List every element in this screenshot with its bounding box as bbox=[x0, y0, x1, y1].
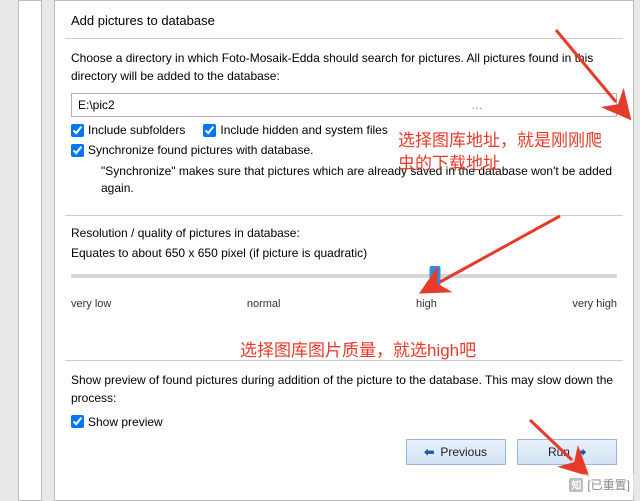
quality-slider[interactable]: very low normal high very high bbox=[71, 274, 617, 310]
browse-button[interactable]: … bbox=[344, 98, 610, 112]
include-hidden-box[interactable] bbox=[203, 124, 216, 137]
arrow-right-icon: ➡ bbox=[576, 445, 586, 459]
show-preview-label: Show preview bbox=[88, 415, 163, 429]
synchronize-note: "Synchronize" makes sure that pictures w… bbox=[101, 163, 617, 197]
resolution-heading: Resolution / quality of pictures in data… bbox=[71, 226, 617, 240]
left-strip-panel bbox=[18, 0, 42, 501]
previous-button[interactable]: ⬅ Previous bbox=[406, 439, 506, 465]
include-subfolders-checkbox[interactable]: Include subfolders bbox=[71, 123, 185, 137]
resolution-equates: Equates to about 650 x 650 pixel (if pic… bbox=[71, 246, 617, 260]
synchronize-box[interactable] bbox=[71, 144, 84, 157]
run-label: Run bbox=[548, 445, 570, 459]
button-row: ⬅ Previous Run ➡ bbox=[55, 429, 633, 475]
show-preview-checkbox[interactable]: Show preview bbox=[71, 415, 163, 429]
panel-title: Add pictures to database bbox=[55, 1, 633, 38]
include-hidden-label: Include hidden and system files bbox=[220, 123, 387, 137]
include-hidden-checkbox[interactable]: Include hidden and system files bbox=[203, 123, 387, 137]
add-pictures-panel: Add pictures to database Choose a direct… bbox=[54, 0, 634, 501]
slider-label-veryhigh: very high bbox=[572, 298, 617, 310]
slider-label-verylow: very low bbox=[71, 298, 111, 310]
intro-text: Choose a directory in which Foto-Mosaik-… bbox=[71, 49, 617, 85]
arrow-left-icon: ⬅ bbox=[424, 445, 434, 459]
show-preview-box[interactable] bbox=[71, 415, 84, 428]
include-subfolders-box[interactable] bbox=[71, 124, 84, 137]
slider-labels: very low normal high very high bbox=[71, 298, 617, 310]
include-subfolders-label: Include subfolders bbox=[88, 123, 185, 137]
slider-label-high: high bbox=[416, 298, 437, 310]
slider-thumb[interactable] bbox=[429, 266, 440, 286]
previous-label: Previous bbox=[440, 445, 487, 459]
synchronize-label: Synchronize found pictures with database… bbox=[88, 143, 313, 157]
run-button[interactable]: Run ➡ bbox=[517, 439, 617, 465]
preview-heading: Show preview of found pictures during ad… bbox=[71, 371, 617, 407]
directory-input[interactable]: E:\pic2 … bbox=[71, 93, 617, 117]
directory-value: E:\pic2 bbox=[78, 98, 344, 112]
synchronize-checkbox[interactable]: Synchronize found pictures with database… bbox=[71, 143, 313, 157]
watermark: 知 [已重置] bbox=[565, 474, 634, 495]
slider-track[interactable] bbox=[71, 274, 617, 278]
zhihu-icon: 知 bbox=[569, 478, 583, 492]
watermark-text: [已重置] bbox=[587, 476, 630, 493]
slider-label-normal: normal bbox=[247, 298, 281, 310]
